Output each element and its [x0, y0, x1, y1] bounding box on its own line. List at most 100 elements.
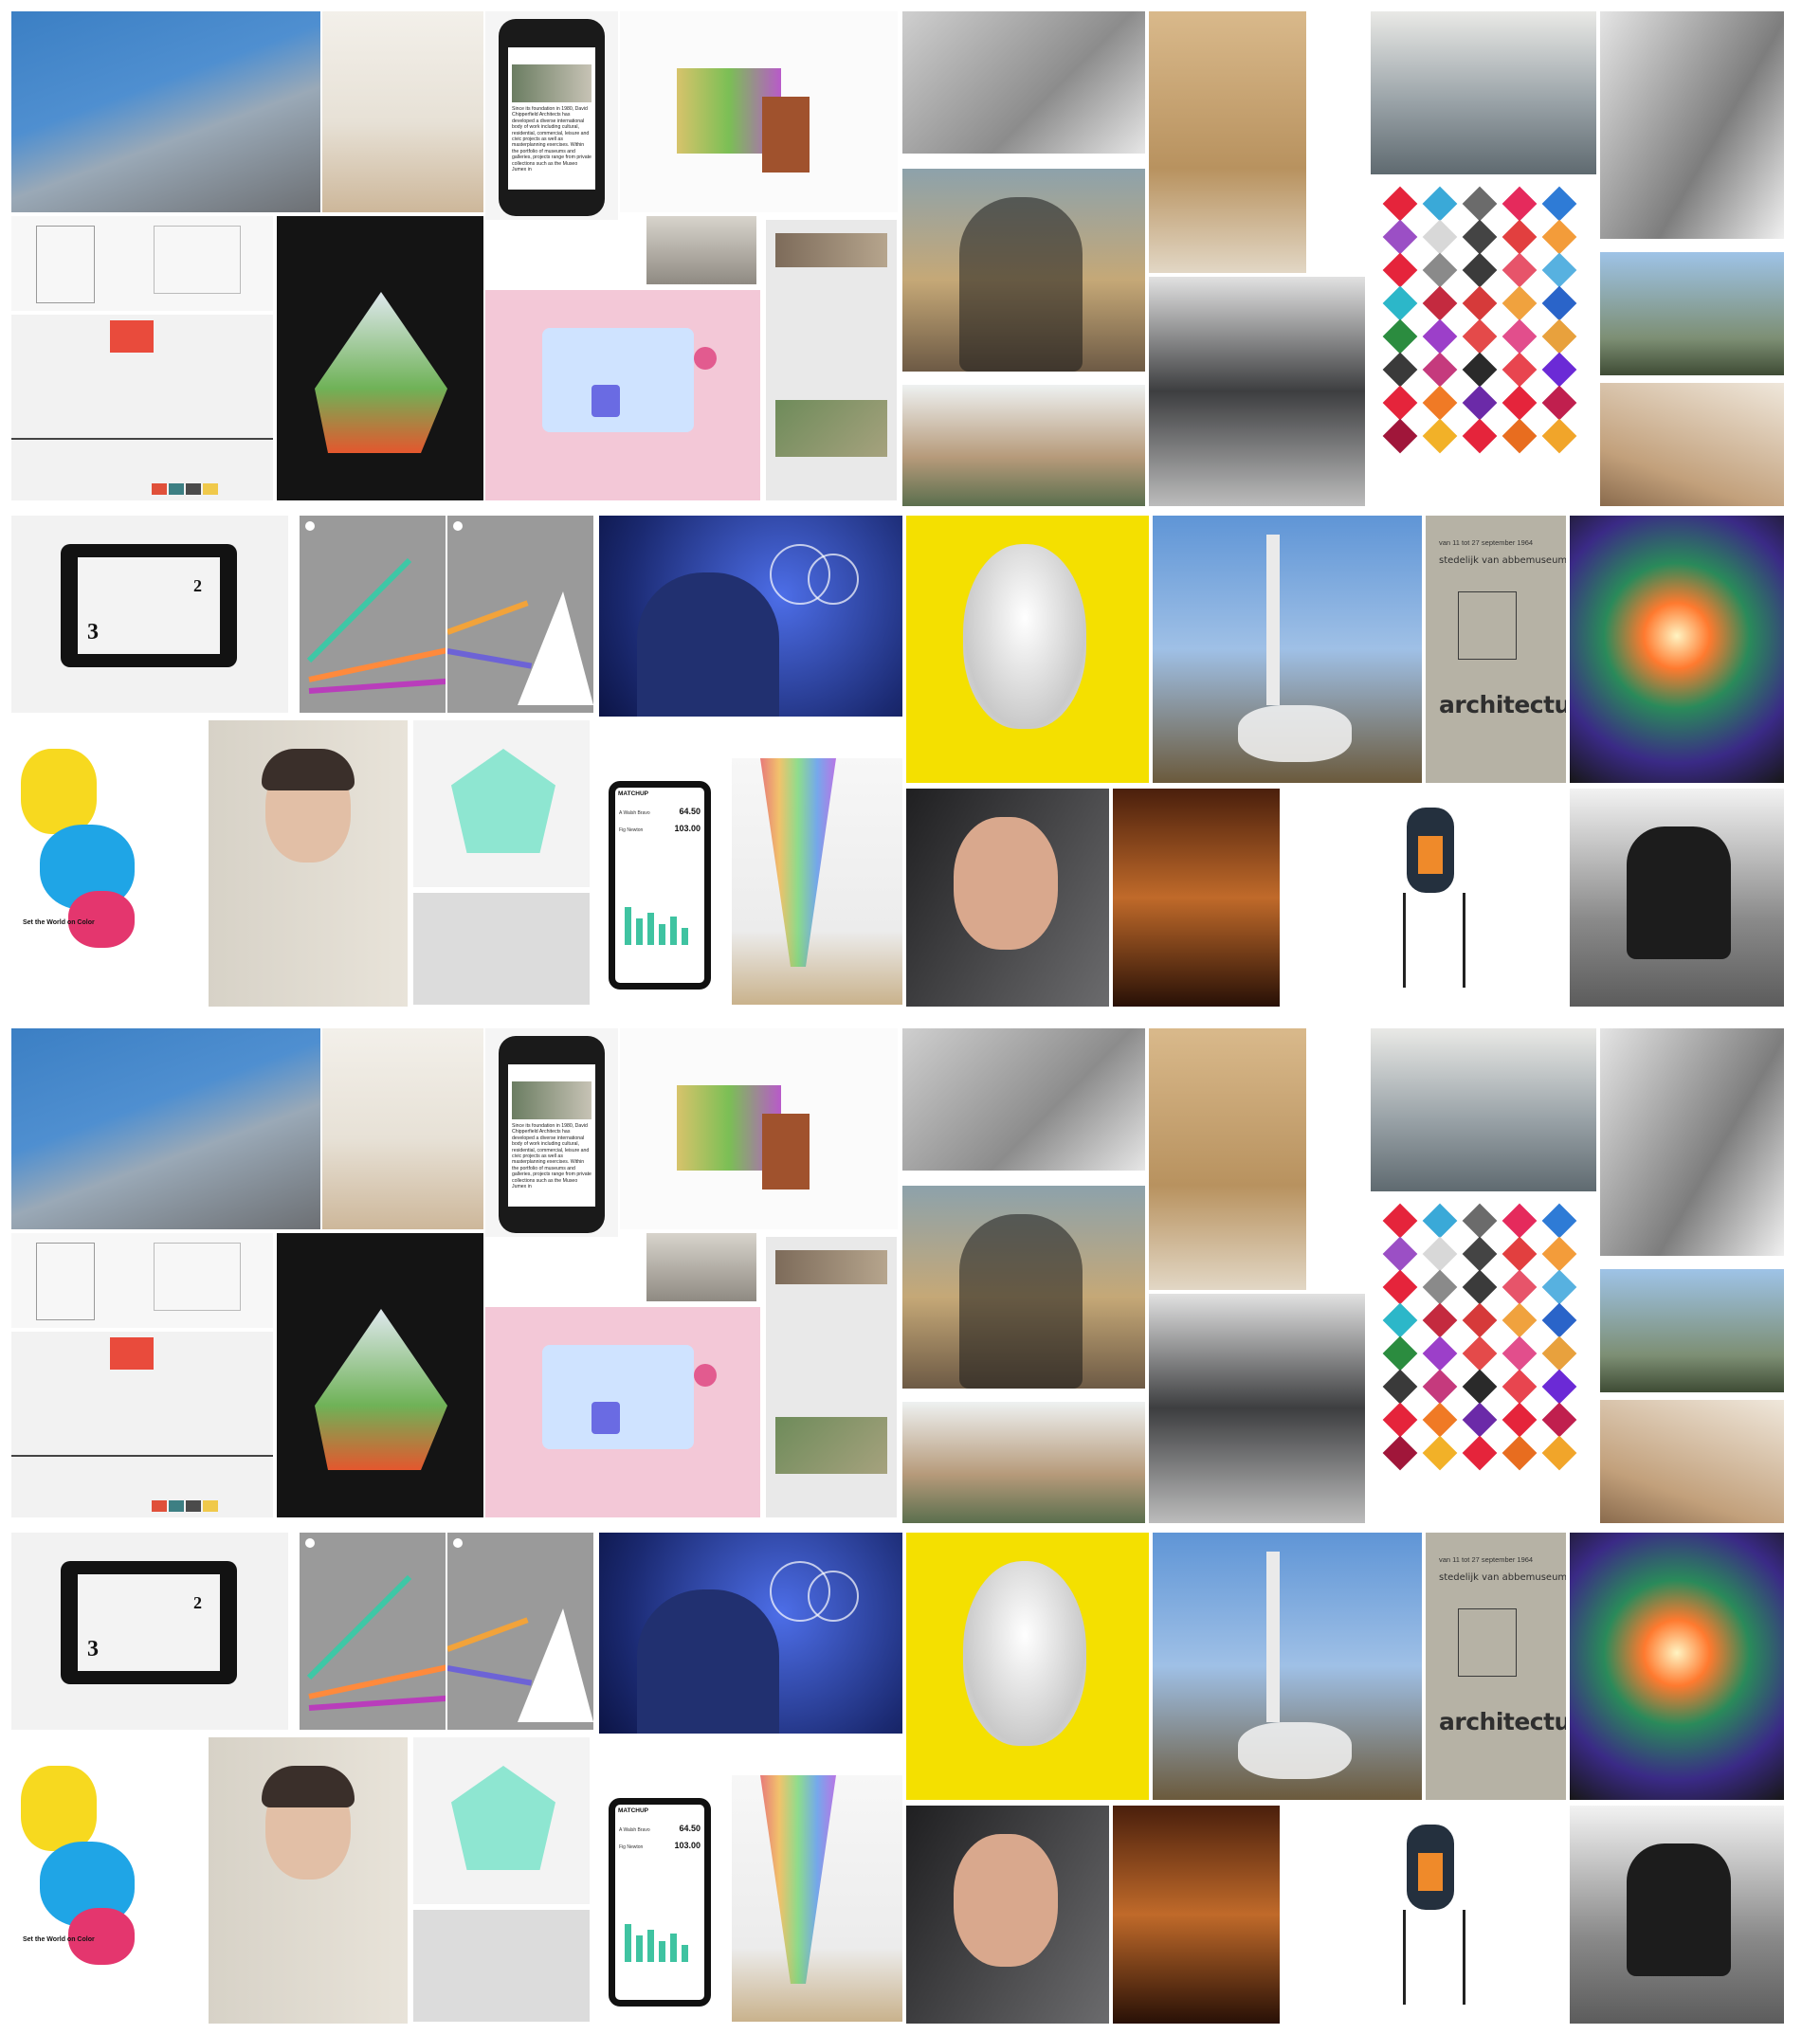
- pink-illustration-image[interactable]: [485, 1307, 760, 1517]
- architectuur-poster-image[interactable]: van 11 tot 27 september 1964 stedelijk v…: [1426, 1533, 1566, 1800]
- city-face-double-exposure-image[interactable]: [1371, 1028, 1596, 1191]
- paper-sculpture-image[interactable]: [277, 1233, 483, 1517]
- wooden-stair-image[interactable]: [1149, 11, 1306, 273]
- dollhouse-box: [762, 1114, 810, 1190]
- yellow-splash: [21, 749, 97, 834]
- prism-poster-image[interactable]: [300, 516, 446, 713]
- prism-poster-image[interactable]: [447, 516, 593, 713]
- zeus-bust-image[interactable]: [906, 516, 1149, 783]
- kids-playing-image[interactable]: [11, 11, 320, 212]
- silhouette-figure: [959, 1214, 1083, 1389]
- architectuur-poster-image[interactable]: van 11 tot 27 september 1964 stedelijk v…: [1426, 516, 1566, 783]
- heart-logo-grid-image[interactable]: [1371, 178, 1596, 506]
- rainbow-installation-image[interactable]: [732, 1775, 902, 2022]
- axonometric-box: [36, 1243, 95, 1320]
- yellow-splash: [21, 1766, 97, 1851]
- elderly-man-portrait-image[interactable]: [906, 1806, 1109, 2024]
- geometric-portrait-image[interactable]: [209, 1737, 408, 2024]
- matchup-app-image[interactable]: MATCHUP A Walsh Bravo 64.50 Fig Newton 1…: [599, 1775, 720, 2018]
- kids-playing-image[interactable]: [11, 1028, 320, 1229]
- phone-mockup-image[interactable]: Since its foundation in 1980, David Chip…: [485, 1028, 618, 1237]
- poster-icon: [305, 521, 315, 531]
- heart-logo: [1422, 1203, 1458, 1239]
- neural-portrait-illustration-image[interactable]: [599, 1533, 902, 1734]
- man-on-floor-portrait-image[interactable]: [1570, 789, 1784, 1007]
- woman-at-computer-image[interactable]: [1600, 1028, 1784, 1256]
- attic-stair-image[interactable]: [322, 1028, 483, 1229]
- heart-logo: [1541, 1203, 1577, 1239]
- folded-paper-tiles-image[interactable]: [413, 1910, 590, 2022]
- neural-portrait-illustration-image[interactable]: [599, 516, 902, 717]
- city-face-double-exposure-image[interactable]: [1371, 11, 1596, 174]
- rainbow-installation-image[interactable]: [732, 758, 902, 1005]
- rocket-launch-image[interactable]: [1153, 516, 1422, 783]
- heart-logo-grid-image[interactable]: [1371, 1195, 1596, 1523]
- heart-logo: [1382, 418, 1418, 454]
- heart-logo: [1541, 1369, 1577, 1405]
- modern-house-image[interactable]: [1600, 252, 1784, 375]
- poster-icon: [453, 1538, 463, 1548]
- heart-logo: [1382, 1302, 1418, 1338]
- sketches-image[interactable]: [902, 11, 1145, 154]
- prism-poster-image[interactable]: [447, 1533, 593, 1730]
- pink-illustration-image[interactable]: [485, 290, 760, 500]
- attic-bedroom-image[interactable]: [1600, 383, 1784, 506]
- heart-logo: [1462, 385, 1498, 421]
- tablet-magazine-image[interactable]: 3 2: [11, 1533, 288, 1730]
- reading-nook-image[interactable]: [646, 1233, 756, 1301]
- exploded-axonometric-image[interactable]: [11, 1233, 273, 1328]
- cozy-room-image[interactable]: [1113, 1806, 1280, 2024]
- app-bar: [636, 1935, 643, 1962]
- phone-mockup-image[interactable]: Since its foundation in 1980, David Chip…: [485, 11, 618, 220]
- web-aerial-image: [775, 1417, 887, 1474]
- perspective-line-art-image[interactable]: [11, 315, 273, 500]
- paper-sculpture-image[interactable]: [277, 216, 483, 500]
- man-on-stool-image[interactable]: [1285, 1806, 1564, 2024]
- man-on-stool-image[interactable]: [1285, 789, 1564, 1007]
- elderly-man-portrait-image[interactable]: [906, 789, 1109, 1007]
- silhouette-double-exposure-image[interactable]: [902, 169, 1145, 372]
- set-the-world-on-color-poster-image[interactable]: Set the World on Color: [11, 720, 201, 1005]
- house-facade-image[interactable]: [1149, 277, 1365, 506]
- neon-tunnel-image[interactable]: [1570, 1533, 1784, 1800]
- house-facade-image[interactable]: [1149, 1294, 1365, 1523]
- heart-logo: [1462, 1402, 1498, 1438]
- wooden-stair-image[interactable]: [1149, 1028, 1306, 1290]
- swatch: [152, 1500, 167, 1512]
- exploded-axonometric-image[interactable]: [11, 216, 273, 311]
- neon-tunnel-image[interactable]: [1570, 516, 1784, 783]
- zeus-bust-image[interactable]: [906, 1533, 1149, 1800]
- geometric-portrait-image[interactable]: [209, 720, 408, 1007]
- phone-building-image: [512, 1081, 592, 1119]
- folded-paper-tiles-image[interactable]: [413, 893, 590, 1005]
- tablet-magazine-image[interactable]: 3 2: [11, 516, 288, 713]
- heart-logo: [1502, 318, 1538, 354]
- prism-ray: [308, 646, 446, 682]
- reading-nook-image[interactable]: [646, 216, 756, 284]
- attic-bedroom-image[interactable]: [1600, 1400, 1784, 1523]
- website-mockup-image[interactable]: [766, 220, 897, 500]
- modern-house-image[interactable]: [1600, 1269, 1784, 1392]
- woman-at-computer-image[interactable]: [1600, 11, 1784, 239]
- set-the-world-on-color-poster-image[interactable]: Set the World on Color: [11, 1737, 201, 2022]
- perspective-line-art-image[interactable]: [11, 1332, 273, 1517]
- cozy-room-image[interactable]: [1113, 789, 1280, 1007]
- sketches-image[interactable]: [902, 1028, 1145, 1171]
- pavilion-sketch-image[interactable]: [902, 1402, 1145, 1523]
- pavilion-sketch-image[interactable]: [902, 385, 1145, 506]
- prism-ray: [308, 678, 446, 694]
- prism-poster-image[interactable]: [300, 1533, 446, 1730]
- matchup-app-image[interactable]: MATCHUP A Walsh Bravo 64.50 Fig Newton 1…: [599, 758, 720, 1001]
- website-mockup-image[interactable]: [766, 1237, 897, 1517]
- dollhouse-image[interactable]: [620, 11, 898, 212]
- man-on-floor-portrait-image[interactable]: [1570, 1806, 1784, 2024]
- dollhouse-image[interactable]: [620, 1028, 898, 1229]
- geometric-bowl-image[interactable]: [413, 720, 590, 887]
- geometric-bowl-image[interactable]: [413, 1737, 590, 1904]
- rocket-launch-image[interactable]: [1153, 1533, 1422, 1800]
- silhouette-double-exposure-image[interactable]: [902, 1186, 1145, 1389]
- poster-museum: stedelijk van abbemuseum eindhoven: [1439, 1572, 1566, 1583]
- heart-logo: [1541, 1302, 1577, 1338]
- attic-stair-image[interactable]: [322, 11, 483, 212]
- heart-logo: [1541, 418, 1577, 454]
